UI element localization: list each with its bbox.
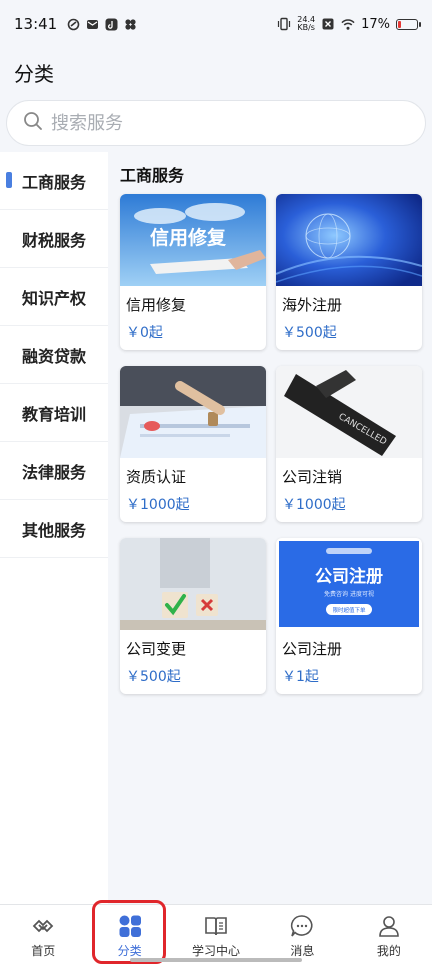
company-registration-banner: 公司注册 免费咨询 进度可视 限时超值下单 [279, 541, 419, 627]
app-notification-icon [66, 17, 80, 31]
card-price: ￥500起 [126, 669, 181, 685]
sidebar-item-rongzi[interactable]: 融资贷款 [0, 326, 108, 384]
page-title: 分类 [14, 62, 54, 86]
service-card-cancellation[interactable]: CANCELLED 公司注销 ￥1000起 [276, 366, 422, 522]
service-card-qualification[interactable]: 资质认证 ￥1000起 [120, 366, 266, 522]
card-name: 信用修复 [126, 296, 187, 314]
card-price: ￥1000起 [282, 497, 346, 513]
app-clover-icon [123, 17, 137, 31]
credit-repair-image: 信用修复 [120, 194, 266, 286]
tab-category[interactable]: 分类 [86, 905, 172, 964]
service-card-change[interactable]: 公司变更 ￥500起 [120, 538, 266, 694]
search-icon [23, 111, 43, 135]
message-icon [291, 915, 313, 937]
checkmark-blocks-image [120, 538, 266, 630]
search-bar[interactable] [6, 100, 426, 146]
card-name: 公司变更 [126, 640, 187, 658]
registration-overlay-subtext: 免费咨询 进度可视 [324, 590, 374, 598]
sidebar-item-gongshang[interactable]: 工商服务 [0, 152, 108, 210]
sidebar-item-falv[interactable]: 法律服务 [0, 442, 108, 500]
card-name: 海外注册 [282, 296, 343, 314]
vibrate-icon [277, 17, 291, 31]
sidebar-item-zhishi[interactable]: 知识产权 [0, 268, 108, 326]
service-card-credit-repair[interactable]: 信用修复 信用修复 ￥0起 [120, 194, 266, 350]
registration-overlay-button: 限时超值下单 [332, 606, 366, 614]
status-time: 13:41 [14, 15, 58, 33]
globe-image [276, 194, 422, 286]
card-name: 公司注销 [282, 468, 343, 486]
battery-icon [396, 18, 421, 30]
book-icon [205, 917, 227, 936]
certificate-image [120, 366, 266, 458]
card-name: 资质认证 [126, 468, 187, 486]
registration-overlay-text: 公司注册 [315, 566, 383, 587]
user-icon [379, 916, 399, 937]
card-price: ￥500起 [282, 325, 337, 341]
home-indicator[interactable] [130, 958, 302, 962]
tab-messages[interactable]: 消息 [259, 905, 345, 964]
network-speed: 24.4 KB/s [297, 15, 316, 32]
category-grid-icon [119, 915, 141, 937]
home-icon [32, 919, 54, 933]
wifi-icon [341, 17, 355, 31]
credit-repair-overlay-text: 信用修复 [150, 226, 227, 249]
status-bar: 13:41 24.4 KB/s 17% [0, 0, 432, 48]
battery-percent: 17% [361, 16, 390, 32]
search-input[interactable] [51, 112, 391, 134]
card-price: ￥0起 [126, 325, 163, 341]
card-price: ￥1起 [282, 669, 319, 685]
bottom-tab-bar: 首页 分类 学习中心 消息 我的 [0, 904, 432, 964]
sidebar-item-qita[interactable]: 其他服务 [0, 500, 108, 558]
cancelled-stamp-image: CANCELLED [276, 366, 422, 458]
section-title: 工商服务 [120, 166, 185, 185]
card-price: ￥1000起 [126, 497, 190, 513]
mail-notification-icon [85, 17, 99, 31]
sidebar-item-caishui[interactable]: 财税服务 [0, 210, 108, 268]
data-off-icon [321, 17, 335, 31]
tab-profile[interactable]: 我的 [346, 905, 432, 964]
card-name: 公司注册 [282, 640, 343, 658]
sidebar-item-jiaoyu[interactable]: 教育培训 [0, 384, 108, 442]
service-card-registration[interactable]: 公司注册 免费咨询 进度可视 限时超值下单 公司注册 ￥1起 [276, 538, 422, 694]
tab-home[interactable]: 首页 [0, 905, 86, 964]
category-sidebar: 工商服务 财税服务 知识产权 融资贷款 教育培训 法律服务 其他服务 [0, 152, 108, 904]
service-card-overseas-registration[interactable]: 海外注册 ￥500起 [276, 194, 422, 350]
tiktok-notification-icon [104, 17, 118, 31]
tab-learning-center[interactable]: 学习中心 [173, 905, 259, 964]
